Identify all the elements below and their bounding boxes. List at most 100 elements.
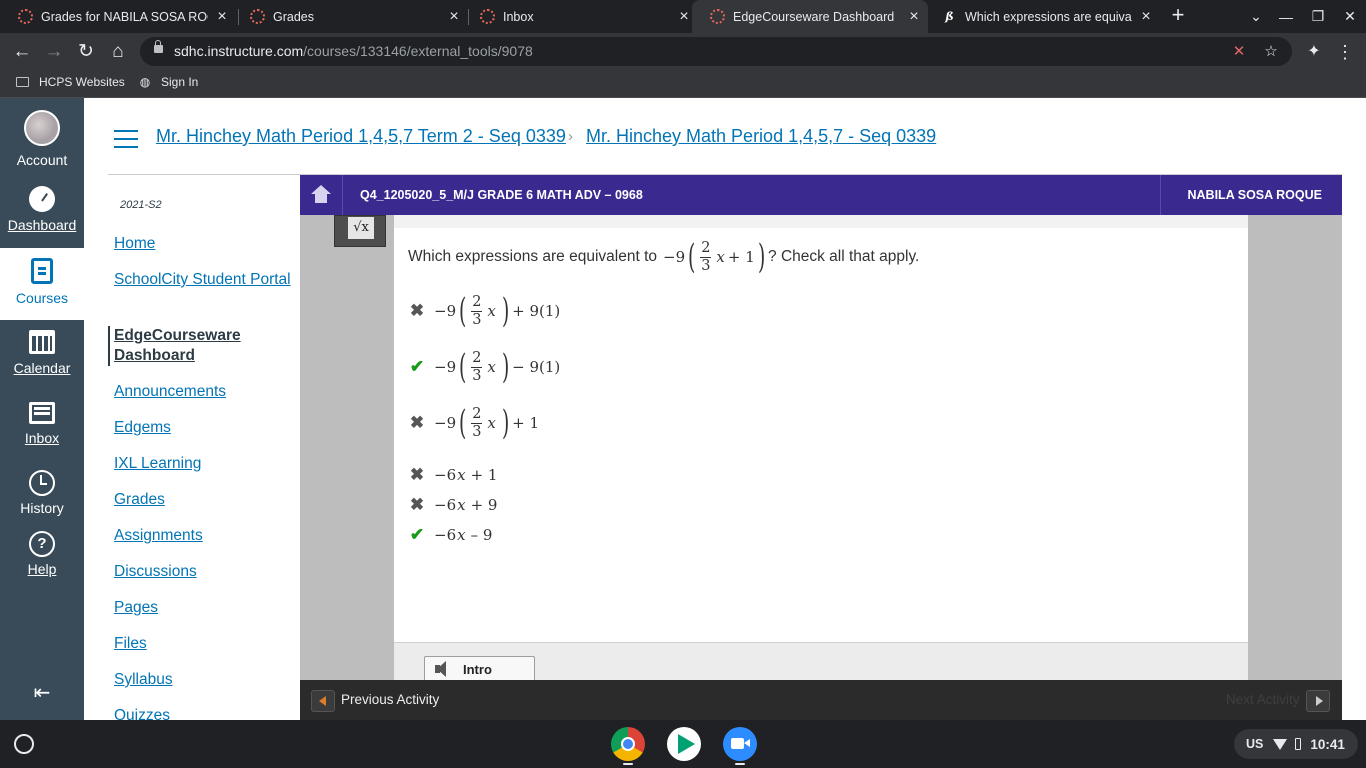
kebab-menu-icon[interactable]: ⋮ <box>1333 38 1357 66</box>
forward-arrow-icon[interactable]: → <box>40 38 68 66</box>
close-icon[interactable]: × <box>1132 8 1160 26</box>
math-tools-button[interactable]: √x <box>334 215 386 247</box>
dashboard-gauge-icon <box>29 186 55 212</box>
chevron-right-icon: › <box>568 128 573 145</box>
play-store-icon[interactable] <box>667 727 701 761</box>
answer-option[interactable]: ✔ −9(2 3 x) − 9(1) <box>408 348 560 386</box>
collapse-nav-icon[interactable]: ⇤ <box>28 682 56 704</box>
tab-title: Grades <box>273 9 314 24</box>
zoom-icon[interactable] <box>723 727 757 761</box>
bookmark-hcps-websites[interactable]: HCPS Websites <box>16 75 125 89</box>
answer-option[interactable]: ✔ −6 x – 9 <box>408 526 493 545</box>
tab-search-chevron-icon[interactable]: ⌄ <box>1240 0 1272 33</box>
bookmark-star-icon[interactable]: ☆ <box>1260 41 1282 63</box>
global-nav-account[interactable]: Account <box>0 110 84 168</box>
course-nav-announcements[interactable]: Announcements <box>114 382 294 402</box>
tab-title: Inbox <box>503 9 534 24</box>
course-nav-assignments[interactable]: Assignments <box>114 526 294 546</box>
incorrect-x-icon: ✖ <box>409 465 425 484</box>
home-icon[interactable]: ⌂ <box>104 38 132 66</box>
course-nav-pages[interactable]: Pages <box>114 598 294 618</box>
canvas-favicon-icon <box>18 9 33 24</box>
global-nav-courses[interactable]: Courses <box>0 248 84 320</box>
camera-blocked-icon[interactable]: ✕ <box>1228 41 1250 63</box>
course-nav-grades[interactable]: Grades <box>114 490 294 510</box>
intro-audio-button[interactable]: Intro <box>424 656 535 681</box>
tab-which-expressions[interactable]: ß Which expressions are equival × <box>924 0 1160 33</box>
bookmarks-bar: HCPS Websites ◍ Sign In <box>0 70 1366 98</box>
global-nav-inbox[interactable]: Inbox <box>0 402 84 446</box>
next-arrow-icon[interactable] <box>1306 690 1330 712</box>
course-nav-schoolcity[interactable]: SchoolCity Student Portal <box>114 270 294 290</box>
tab-title: Grades for NABILA SOSA ROQU <box>41 9 208 24</box>
next-activity-link[interactable]: Next Activity <box>1226 692 1300 707</box>
breadcrumb-course[interactable]: Mr. Hinchey Math Period 1,4,5,7 - Seq 03… <box>586 126 936 147</box>
answer-option[interactable]: ✖ −6 x + 9 <box>408 495 498 515</box>
status-tray[interactable]: US 10:41 <box>1234 729 1358 759</box>
answer-option[interactable]: ✖ −9(2 3 x) + 1 <box>408 404 539 442</box>
course-nav-files[interactable]: Files <box>114 634 294 654</box>
back-arrow-icon[interactable]: ← <box>8 38 36 66</box>
course-nav-discussions[interactable]: Discussions <box>114 562 294 582</box>
nav-label: Account <box>16 152 68 168</box>
extensions-puzzle-icon[interactable]: ✦ <box>1300 38 1328 66</box>
browser-toolbar: ← → ↻ ⌂ sdhc.instructure.com/courses/133… <box>0 33 1366 70</box>
question-panel: Which expressions are equivalent to −9 (… <box>394 215 1248 680</box>
previous-arrow-icon[interactable] <box>311 690 335 712</box>
reload-icon[interactable]: ↻ <box>72 38 100 66</box>
answer-option[interactable]: ✖ −9(2 3 x) + 9(1) <box>408 292 560 330</box>
url-text: sdhc.instructure.com/courses/133146/exte… <box>174 43 533 59</box>
bookmark-label: HCPS Websites <box>39 75 125 89</box>
global-nav-dashboard[interactable]: Dashboard <box>0 186 84 233</box>
chrome-icon[interactable] <box>611 727 645 761</box>
global-navigation: Account Dashboard Courses Calendar Inbox… <box>0 98 84 720</box>
incorrect-x-icon: ✖ <box>409 413 425 432</box>
tab-strip: Grades for NABILA SOSA ROQU × Grades × I… <box>0 0 1366 33</box>
answer-option[interactable]: ✖ −6 x + 1 <box>408 465 498 485</box>
question-prefix: Which expressions are equivalent to <box>408 248 657 265</box>
course-nav-edgems[interactable]: Edgems <box>114 418 294 438</box>
os-shelf: US 10:41 <box>0 720 1366 768</box>
global-nav-help[interactable]: ? Help <box>0 531 84 577</box>
nav-label: Calendar <box>13 360 71 376</box>
canvas-favicon-icon <box>250 9 265 24</box>
previous-activity-link[interactable]: Previous Activity <box>341 692 439 707</box>
speaker-icon <box>435 660 455 678</box>
breadcrumb-course-term[interactable]: Mr. Hinchey Math Period 1,4,5,7 Term 2 -… <box>156 126 566 147</box>
globe-icon: ◍ <box>139 75 151 89</box>
tab-title: EdgeCourseware Dashboard <box>733 9 895 24</box>
tab-inbox[interactable]: Inbox × <box>462 0 698 33</box>
global-nav-history[interactable]: History <box>0 470 84 516</box>
bookmark-label: Sign In <box>161 75 199 89</box>
global-nav-calendar[interactable]: Calendar <box>0 330 84 376</box>
restore-icon[interactable]: ❐ <box>1302 0 1334 33</box>
address-bar[interactable]: sdhc.instructure.com/courses/133146/exte… <box>140 37 1292 66</box>
intro-label: Intro <box>463 661 492 677</box>
tab-grades-for-student[interactable]: Grades for NABILA SOSA ROQU × <box>0 0 236 33</box>
course-nav-edgecourseware[interactable]: EdgeCourseware Dashboard <box>108 326 288 366</box>
minimize-icon[interactable]: — <box>1270 0 1302 33</box>
course-nav-ixl[interactable]: IXL Learning <box>114 454 294 474</box>
nav-label: History <box>20 500 64 516</box>
input-method: US <box>1246 737 1264 751</box>
history-clock-icon <box>29 470 55 496</box>
tab-title: Which expressions are equival <box>965 9 1132 24</box>
wifi-icon <box>1273 738 1288 750</box>
hamburger-menu-icon[interactable] <box>114 130 138 148</box>
new-tab-plus-icon[interactable]: + <box>1166 4 1190 28</box>
home-icon[interactable] <box>311 185 331 203</box>
course-nav-quizzes[interactable]: Quizzes <box>114 706 294 720</box>
inbox-icon <box>29 402 55 424</box>
avatar <box>24 110 60 146</box>
student-name[interactable]: NABILA SOSA ROQUE <box>1188 188 1323 202</box>
course-title: Q4_1205020_5_M/J GRADE 6 MATH ADV – 0968 <box>360 188 643 202</box>
tab-edgecourseware-dashboard[interactable]: EdgeCourseware Dashboard × <box>692 0 928 33</box>
course-nav-syllabus[interactable]: Syllabus <box>114 670 294 690</box>
bookmark-sign-in[interactable]: ◍ Sign In <box>138 75 199 89</box>
question-expression: −9 ( 23 x + 1 ) <box>663 237 766 277</box>
incorrect-x-icon: ✖ <box>409 495 425 514</box>
course-nav-home[interactable]: Home <box>114 234 294 254</box>
launcher-icon[interactable] <box>14 734 34 754</box>
window-close-icon[interactable]: ✕ <box>1334 0 1366 33</box>
tab-grades[interactable]: Grades × <box>232 0 468 33</box>
